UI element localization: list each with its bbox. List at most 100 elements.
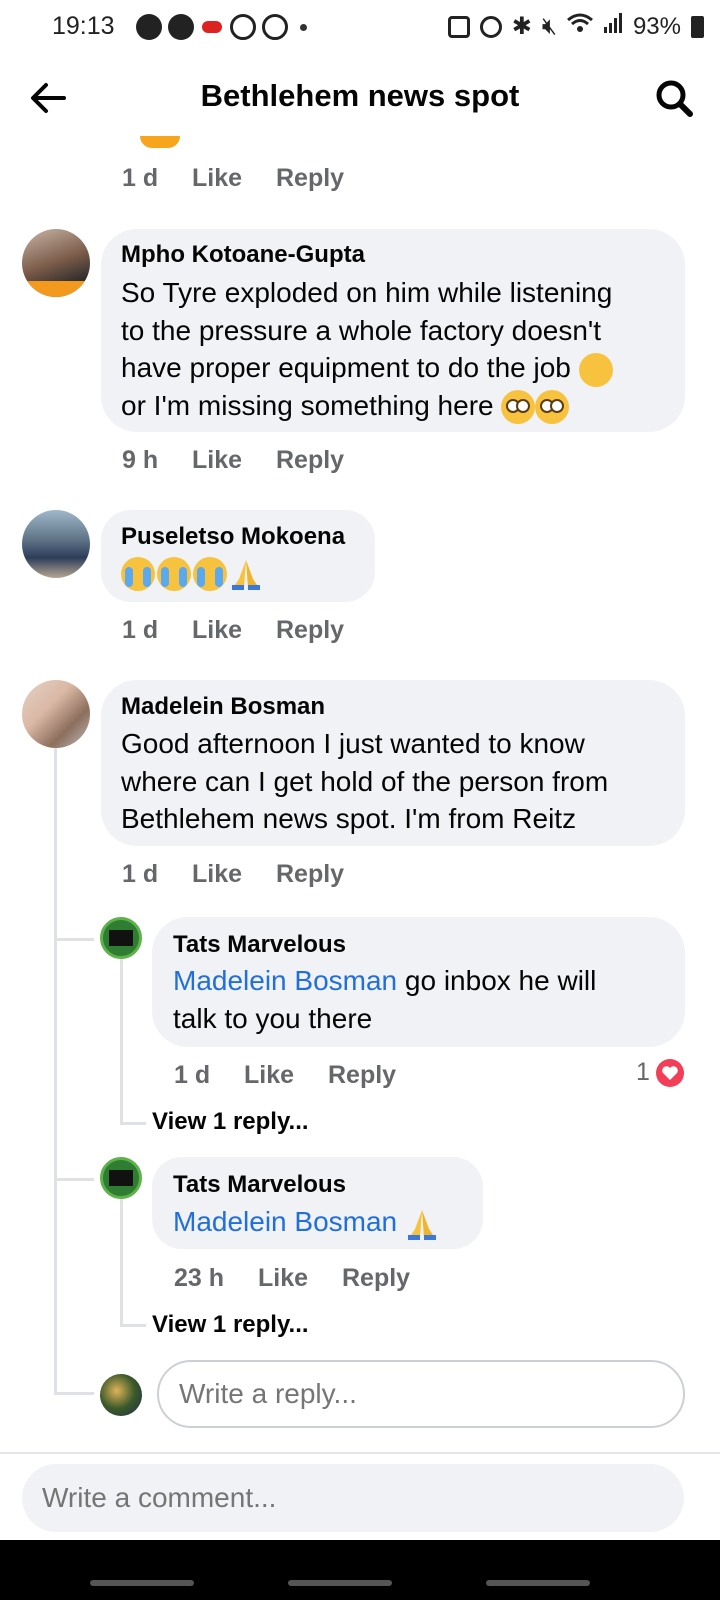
messenger-icon [136,14,162,40]
flushed-face-emoji [535,390,570,425]
status-time: 19:13 [52,12,115,40]
search-button[interactable] [654,78,694,118]
reply-button[interactable]: Reply [328,1061,396,1090]
reply-actions: 1 d Like Reply [174,1061,396,1090]
comment-line: or I'm missing something here [121,389,494,421]
thread-connector [120,1122,146,1125]
avatar[interactable] [22,510,90,578]
system-nav-bar [0,1540,720,1600]
reply-button[interactable]: Reply [276,616,344,645]
search-icon [656,80,693,117]
reply-button[interactable]: Reply [276,860,344,889]
comment-line: Bethlehem news spot. I'm from Reitz [121,803,577,834]
status-bar: 19:13 ✱ 🔇︎ 93% [0,0,720,56]
reaction-summary[interactable]: 1 [636,1058,684,1087]
reply-line: go inbox he will [397,965,597,996]
more-notifications-icon [300,23,307,31]
comment-time: 9 h [122,446,159,474]
comment-text: Good afternoon I just wanted to know whe… [121,725,608,838]
reply-input[interactable] [157,1360,685,1428]
reply-button[interactable]: Reply [276,164,344,193]
reply-text: Madelein Bosman [173,1203,439,1241]
comment-time: 1 d [122,860,159,888]
comment-author[interactable]: Mpho Kotoane-Gupta [121,241,365,269]
folded-hands-emoji [407,1209,436,1240]
comment-line: where can I get hold of the person from [121,765,609,797]
nav-back-handle[interactable] [486,1580,590,1586]
avatar[interactable] [100,917,142,959]
avatar[interactable] [100,1157,142,1199]
notification-icons [136,14,307,40]
love-reaction-icon [655,1058,684,1087]
thread-connector [54,938,94,941]
comment-line: Good afternoon I just wanted to know [121,728,585,759]
reply-author[interactable]: Tats Marvelous [173,1171,346,1199]
reply-line: talk to you there [173,1002,373,1034]
thinking-face-emoji [578,352,613,387]
messenger-icon [168,14,194,40]
comment-text: So Tyre exploded on him while listening … [121,274,613,425]
reply-button[interactable]: Reply [276,446,344,475]
signal-icon [603,12,623,41]
comment-emojis [121,557,263,591]
avatar[interactable] [22,229,90,297]
loudly-crying-face-emoji [193,557,227,591]
divider [0,1452,720,1454]
thread-connector [120,1324,146,1327]
reply-button[interactable]: Reply [342,1264,410,1293]
like-button[interactable]: Like [192,164,276,193]
mention-link[interactable]: Madelein Bosman [173,965,397,996]
battery-icon [691,15,704,38]
system-icons: ✱ 🔇︎ 93% [447,12,704,41]
battery-saver-icon [447,15,470,38]
avatar[interactable] [22,680,90,748]
comment-actions: 9 h Like Reply [122,446,344,475]
nav-recents-handle[interactable] [90,1580,194,1586]
folded-hands-emoji [232,560,260,590]
comment-line: to the pressure a whole factory doesn't [121,314,602,346]
comment-input[interactable] [22,1464,684,1532]
comment-time: 1 d [122,164,159,192]
comment-time: 1 d [122,616,159,644]
reaction-emoji-partial [140,136,180,148]
recycle-icon [262,14,288,40]
thread-line [54,748,57,1393]
view-replies-link[interactable]: View 1 reply... [152,1311,309,1339]
reply-time: 23 h [174,1264,225,1292]
thread-line [120,958,123,1124]
comment-line: have proper equipment to do the job [121,352,571,383]
reaction-count: 1 [636,1058,650,1086]
mute-icon: 🔇︎ [541,12,557,40]
flushed-face-emoji [501,390,536,425]
reply-time: 1 d [174,1061,211,1089]
like-button[interactable]: Like [192,446,276,475]
comment-author[interactable]: Madelein Bosman [121,693,325,721]
bluetooth-icon: ✱ [511,13,532,40]
current-user-avatar [100,1374,142,1416]
comment-actions: 1 d Like Reply [122,860,344,889]
screen: 19:13 ✱ 🔇︎ 93% Bethlehem news spot 1 d L… [0,0,720,1600]
comment-author[interactable]: Puseletso Mokoena [121,523,345,551]
comment-line: So Tyre exploded on him while listening [121,277,613,308]
like-button[interactable]: Like [258,1264,342,1293]
thread-connector [54,1178,94,1181]
view-replies-link[interactable]: View 1 reply... [152,1108,309,1136]
like-button[interactable]: Like [192,860,276,889]
loudly-crying-face-emoji [121,557,155,591]
mention-link[interactable]: Madelein Bosman [173,1206,397,1237]
battery-percent: 93% [632,12,681,40]
thread-line [120,1198,123,1326]
reply-text: Madelein Bosman go inbox he will talk to… [173,962,596,1037]
wifi-icon [566,12,593,41]
like-button[interactable]: Like [244,1061,328,1090]
nav-home-handle[interactable] [288,1580,392,1586]
loudly-crying-face-emoji [157,557,191,591]
recycle-icon [230,14,256,40]
comment-actions: 1 d Like Reply [122,616,344,645]
like-button[interactable]: Like [192,616,276,645]
app-notification-icon [202,21,222,33]
reply-author[interactable]: Tats Marvelous [173,931,346,959]
top-app-bar: Bethlehem news spot [0,56,720,136]
page-title: Bethlehem news spot [200,78,520,113]
thread-connector [54,1392,94,1395]
